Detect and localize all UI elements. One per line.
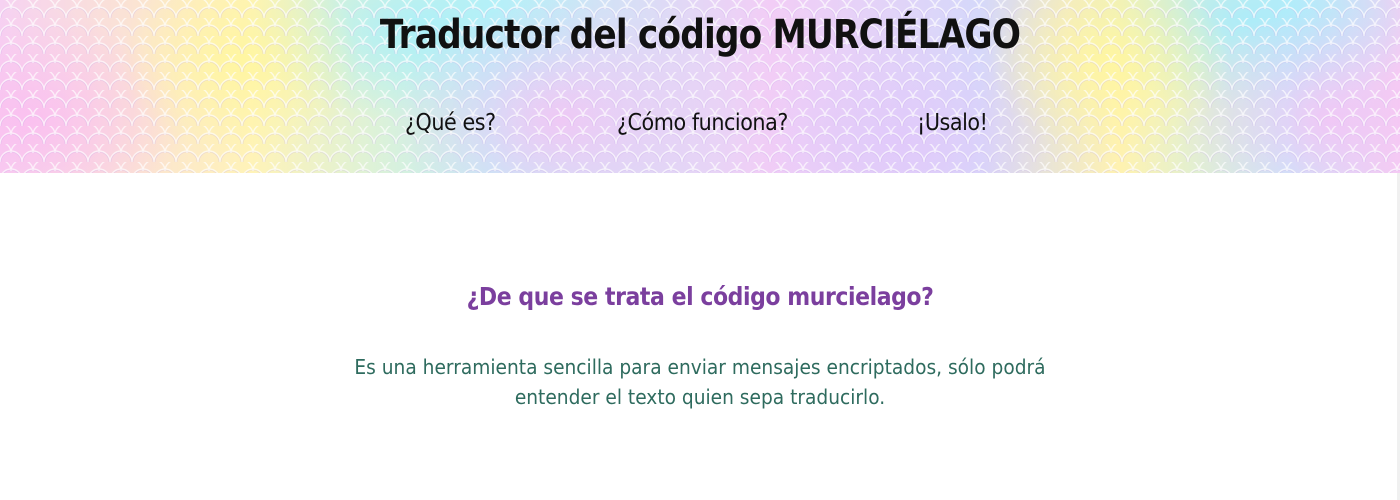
nav-link-como-funciona[interactable]: ¿Cómo funciona? [617,110,788,136]
header-content: Traductor del código MURCIÉLAGO ¿Qué es?… [0,0,1400,173]
site-title: Traductor del código MURCIÉLAGO [379,12,1021,58]
nav-link-que-es[interactable]: ¿Qué es? [405,110,496,136]
nav-link-usalo[interactable]: ¡Usalo! [917,110,988,136]
section-description: Es una herramienta sencilla para enviar … [354,355,1046,409]
site-header: Traductor del código MURCIÉLAGO ¿Qué es?… [0,0,1400,173]
section-title: ¿De que se trata el código murcielago? [466,282,934,311]
